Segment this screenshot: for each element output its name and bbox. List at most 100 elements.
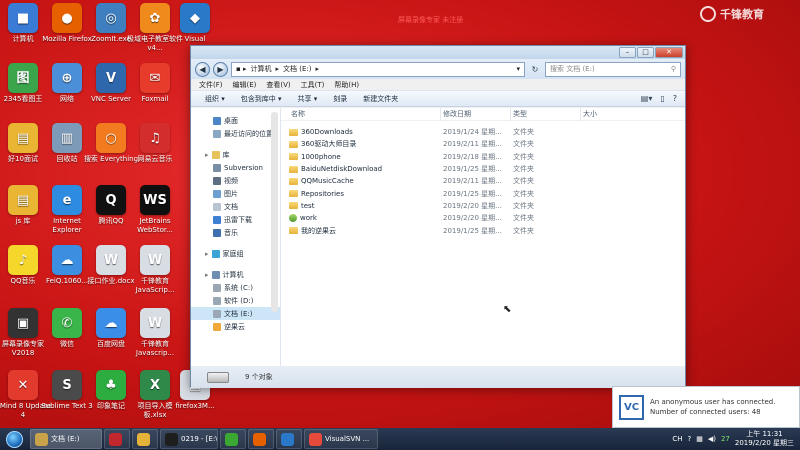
taskbar-app-icon	[309, 432, 322, 446]
nav-item-7[interactable]: 文档	[191, 200, 280, 213]
library-icon	[211, 150, 220, 159]
app-icon: S	[52, 370, 82, 400]
minimize-icon[interactable]: –	[619, 47, 636, 58]
file-row[interactable]: work 2019/2/20 星期... 文件夹	[281, 212, 685, 224]
app-icon: ☁	[52, 245, 82, 275]
nav-item-4[interactable]: Subversion	[191, 161, 280, 174]
menu-file[interactable]: 文件(F)	[199, 80, 223, 90]
taskbar-item-5[interactable]	[248, 429, 274, 449]
file-date: 2019/2/20 星期...	[443, 201, 502, 210]
app-icon: ♫	[140, 123, 170, 153]
file-row[interactable]: 360驱动大师目录 2019/2/11 星期... 文件夹	[281, 138, 685, 150]
clock[interactable]: 上午 11:31 2019/2/20 星期三	[735, 430, 794, 448]
nav-item-17[interactable]: 逆果云	[191, 320, 280, 333]
input-language[interactable]: CH	[672, 435, 682, 443]
tray-badge[interactable]: 27	[721, 435, 730, 443]
file-row[interactable]: QQMusicCache 2019/2/11 星期... 文件夹	[281, 175, 685, 187]
column-date[interactable]: 修改日期	[441, 107, 511, 121]
organize-button[interactable]: 组织 ▾	[205, 94, 225, 104]
nav-item-14[interactable]: 系统 (C:)	[191, 281, 280, 294]
nav-item-label: 音乐	[224, 228, 238, 237]
nav-item-16[interactable]: 文档 (E:)	[191, 307, 280, 320]
address-bar-row: ◀ ▶ ▪ ▸ 计算机 ▸ 文档 (E:) ▸ ▾ ↻ 搜索 文档 (E:) ⚲	[191, 59, 685, 79]
file-row[interactable]: Repositories 2019/1/25 星期... 文件夹	[281, 187, 685, 199]
taskbar-item-4[interactable]	[220, 429, 246, 449]
nav-item-8[interactable]: 迅雷下载	[191, 213, 280, 226]
share-button[interactable]: 共享 ▾	[298, 94, 318, 104]
taskbar-app-icon	[281, 432, 294, 446]
column-name[interactable]: 名称	[289, 107, 441, 121]
file-date: 2019/1/25 星期...	[443, 165, 502, 174]
folder-icon	[289, 165, 298, 173]
search-input[interactable]: 搜索 文档 (E:) ⚲	[545, 61, 681, 77]
vnc-notification[interactable]: VC An anonymous user has connected. Numb…	[612, 386, 800, 428]
app-icon: ◆	[180, 3, 210, 33]
desktop-icon-8[interactable]: ✉ Foxmail	[126, 63, 184, 121]
breadcrumb-drive[interactable]: 文档 (E:)	[283, 64, 311, 74]
file-type: 文件夹	[513, 214, 534, 223]
network-tray-icon[interactable]: ▦	[696, 435, 703, 443]
drive-large-icon	[207, 371, 229, 383]
help-icon[interactable]: ?	[673, 94, 677, 103]
refresh-icon[interactable]: ↻	[528, 65, 542, 74]
menu-tools[interactable]: 工具(T)	[301, 80, 325, 90]
file-row[interactable]: 我的逆果云 2019/1/25 星期... 文件夹	[281, 224, 685, 236]
forward-arrow-icon[interactable]: ▶	[213, 61, 228, 77]
menu-edit[interactable]: 编辑(E)	[233, 80, 257, 90]
burn-button[interactable]: 刻录	[333, 94, 347, 104]
nav-scrollbar[interactable]	[271, 112, 278, 312]
app-icon: ✆	[52, 308, 82, 338]
taskbar-item-0[interactable]: 文档 (E:)	[30, 429, 102, 449]
recorder-caption: 屏幕录像专家 未注册	[398, 16, 464, 24]
taskbar-item-2[interactable]	[132, 429, 158, 449]
desktop-icon-16[interactable]: WS JetBrains WebStor...	[126, 185, 184, 243]
taskbar-item-7[interactable]: VisualSVN ...	[304, 429, 378, 449]
app-icon: 图	[8, 63, 38, 93]
nav-item-13[interactable]: ▸ 计算机	[191, 268, 280, 281]
taskbar-item-3[interactable]: 0219 - [E:\...	[160, 429, 218, 449]
nav-item-1[interactable]: 最近访问的位置	[191, 127, 280, 140]
nav-item-5[interactable]: 视频	[191, 174, 280, 187]
address-field[interactable]: ▪ ▸ 计算机 ▸ 文档 (E:) ▸ ▾	[231, 61, 525, 77]
view-options-icon[interactable]: ▤▾	[641, 94, 653, 103]
nav-item-3[interactable]: ▸ 库	[191, 148, 280, 161]
new-folder-button[interactable]: 新建文件夹	[363, 94, 398, 104]
vnc-logo-icon: VC	[619, 394, 644, 420]
nav-item-9[interactable]: 音乐	[191, 226, 280, 239]
mouse-cursor-icon: ⬉	[503, 304, 512, 315]
expand-arrow-icon[interactable]: ▸	[205, 151, 209, 159]
maximize-icon[interactable]: □	[637, 47, 654, 58]
back-arrow-icon[interactable]: ◀	[195, 61, 210, 77]
nav-item-6[interactable]: 图片	[191, 187, 280, 200]
column-type[interactable]: 类型	[511, 107, 581, 121]
help-tray-icon[interactable]: ?	[687, 435, 691, 443]
start-button[interactable]	[0, 428, 28, 450]
window-titlebar[interactable]: – □ ✕	[191, 46, 685, 59]
preview-pane-icon[interactable]: ▯	[660, 94, 664, 103]
drive-icon	[213, 309, 221, 318]
menu-view[interactable]: 查看(V)	[266, 80, 290, 90]
expand-arrow-icon[interactable]: ▸	[205, 250, 209, 258]
breadcrumb-computer[interactable]: 计算机	[250, 64, 271, 74]
volume-tray-icon[interactable]: ◀)	[708, 435, 716, 443]
taskbar-item-6[interactable]	[276, 429, 302, 449]
file-row[interactable]: BaiduNetdiskDownload 2019/1/25 星期... 文件夹	[281, 163, 685, 175]
file-row[interactable]: test 2019/2/20 星期... 文件夹	[281, 200, 685, 212]
close-icon[interactable]: ✕	[655, 47, 683, 58]
taskbar-item-1[interactable]	[104, 429, 130, 449]
nav-item-11[interactable]: ▸ 家庭组	[191, 247, 280, 260]
file-row[interactable]: 360Downloads 2019/1/24 星期... 文件夹	[281, 126, 685, 138]
nav-item-15[interactable]: 软件 (D:)	[191, 294, 280, 307]
nav-item-0[interactable]: 桌面	[191, 114, 280, 127]
desktop-icon-24[interactable]: W 千锋教育 Javascrip...	[126, 308, 184, 366]
file-row[interactable]: 1000phone 2019/2/18 星期... 文件夹	[281, 151, 685, 163]
menu-help[interactable]: 帮助(H)	[334, 80, 359, 90]
file-type: 文件夹	[513, 201, 534, 210]
file-date: 2019/2/11 星期...	[443, 140, 502, 149]
expand-arrow-icon[interactable]: ▸	[205, 271, 209, 279]
desktop-icon-20[interactable]: W 千锋教育 JavaScrip...	[126, 245, 184, 303]
include-in-library-button[interactable]: 包含到库中 ▾	[241, 94, 282, 104]
address-dropdown-icon[interactable]: ▾	[516, 65, 520, 73]
column-size[interactable]: 大小	[581, 108, 621, 121]
desktop-icon-12[interactable]: ♫ 网易云音乐	[126, 123, 184, 181]
